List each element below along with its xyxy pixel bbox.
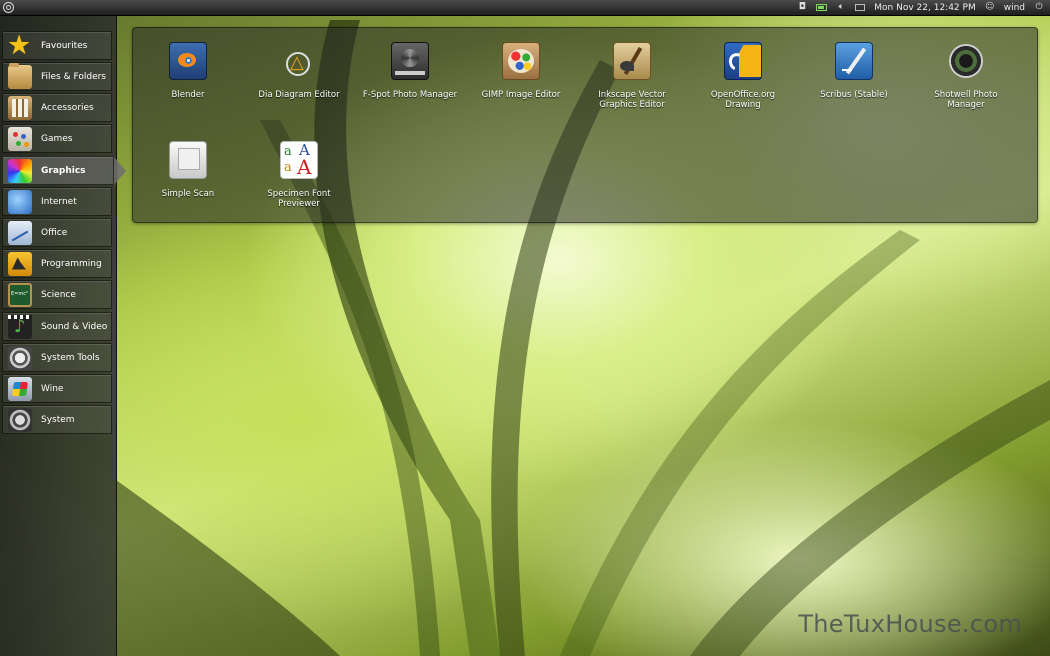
app-tile-inkscape[interactable]: Inkscape Vector Graphics Editor — [577, 28, 687, 118]
indicator-icon[interactable]: ◘ — [797, 3, 807, 12]
gimp-icon — [502, 42, 540, 80]
system-tray: ◘ 🔈︎ Mon Nov 22, 12:42 PM ☺ wind ⏻ — [797, 3, 1050, 13]
tools-icon — [8, 345, 32, 370]
sidebar-item-sound-video[interactable]: Sound & Video — [2, 312, 112, 341]
app-tile-scribus[interactable]: Scribus (Stable) — [799, 28, 909, 118]
sidebar-item-label: Favourites — [41, 40, 88, 51]
mail-icon[interactable] — [855, 4, 866, 11]
category-sidebar: Favourites Files & Folders Accessories G… — [0, 16, 126, 656]
sidebar-item-programming[interactable]: Programming — [2, 249, 112, 278]
user-name[interactable]: wind — [1004, 3, 1025, 13]
volume-icon[interactable]: 🔈︎ — [836, 3, 846, 12]
app-label: OpenOffice.org Drawing — [710, 90, 776, 110]
app-tile-blender[interactable]: Blender — [133, 28, 243, 118]
fspot-icon — [391, 42, 429, 80]
sidebar-item-label: Wine — [41, 383, 64, 394]
app-label: GIMP Image Editor — [481, 90, 561, 100]
folder-icon — [8, 62, 32, 89]
sidebar-item-system-tools[interactable]: System Tools — [2, 343, 112, 372]
scanner-icon — [169, 141, 207, 179]
sidebar-item-games[interactable]: Games — [2, 124, 112, 153]
specimen-glyph: A — [297, 155, 312, 179]
watermark: TheTuxHouse.com — [798, 610, 1022, 638]
sidebar-item-label: Programming — [41, 258, 102, 269]
app-tile-simple-scan[interactable]: Simple Scan — [133, 127, 243, 217]
sidebar-item-label: Games — [41, 133, 73, 144]
font-icon: a A a A — [280, 141, 318, 179]
app-tile-gimp[interactable]: GIMP Image Editor — [466, 28, 576, 118]
app-label: Dia Diagram Editor — [258, 90, 340, 100]
app-tile-dia[interactable]: Dia Diagram Editor — [244, 28, 354, 118]
chart-icon — [8, 220, 32, 245]
construction-icon — [8, 251, 32, 276]
power-icon[interactable]: ⏻ — [1034, 3, 1044, 12]
sidebar-item-office[interactable]: Office — [2, 218, 112, 247]
sidebar-item-graphics[interactable]: Graphics — [2, 156, 126, 185]
app-label: Blender — [171, 90, 205, 100]
specimen-glyph: a — [284, 144, 292, 159]
specimen-glyph: a — [284, 160, 292, 175]
sidebar-item-accessories[interactable]: Accessories — [2, 93, 112, 122]
sidebar-item-label: Office — [41, 227, 68, 238]
user-status-icon: ☺ — [985, 2, 995, 12]
app-tile-specimen[interactable]: a A a A Specimen Font Previewer — [244, 127, 354, 217]
shotwell-icon — [947, 42, 985, 80]
sidebar-item-label: System — [41, 414, 75, 425]
app-label: Specimen Font Previewer — [267, 189, 331, 209]
app-tile-fspot[interactable]: F-Spot Photo Manager — [355, 28, 465, 118]
battery-icon[interactable] — [816, 4, 828, 11]
calculator-icon — [8, 95, 32, 120]
sidebar-item-label: Internet — [41, 196, 77, 207]
system-icon — [8, 407, 32, 432]
sidebar-item-system[interactable]: System — [2, 405, 112, 434]
game-icon — [8, 126, 32, 151]
app-tile-openoffice-drawing[interactable]: OpenOffice.org Drawing — [688, 28, 798, 118]
music-icon — [8, 314, 32, 339]
sidebar-item-internet[interactable]: Internet — [2, 187, 112, 216]
sidebar-item-wine[interactable]: Wine — [2, 374, 112, 403]
app-label: Inkscape Vector Graphics Editor — [598, 90, 666, 110]
scribus-icon — [835, 42, 873, 80]
ubuntu-logo-icon[interactable] — [3, 2, 14, 13]
sidebar-item-label: Accessories — [41, 102, 94, 113]
app-label: Simple Scan — [161, 189, 215, 199]
openoffice-draw-icon — [724, 42, 762, 80]
dia-icon — [280, 42, 318, 80]
app-tile-shotwell[interactable]: Shotwell Photo Manager — [911, 28, 1021, 118]
globe-icon — [8, 189, 32, 214]
sidebar-item-favourites[interactable]: Favourites — [2, 30, 112, 61]
sidebar-item-label: System Tools — [41, 352, 100, 363]
sidebar-item-label: Files & Folders — [41, 71, 106, 82]
chalkboard-icon — [8, 282, 32, 307]
blender-icon — [169, 42, 207, 80]
sidebar-item-label: Science — [41, 289, 76, 300]
sidebar-item-label: Sound & Video — [41, 321, 108, 332]
clock[interactable]: Mon Nov 22, 12:42 PM — [874, 3, 975, 13]
sidebar-item-label: Graphics — [41, 165, 86, 176]
sidebar-item-science[interactable]: Science — [2, 280, 112, 309]
sidebar-item-files-folders[interactable]: Files & Folders — [2, 62, 112, 91]
app-label: Shotwell Photo Manager — [934, 90, 998, 110]
top-panel: ◘ 🔈︎ Mon Nov 22, 12:42 PM ☺ wind ⏻ — [0, 0, 1050, 16]
palette-icon — [8, 158, 32, 183]
wine-icon — [8, 376, 32, 401]
inkscape-icon — [613, 42, 651, 80]
app-label: F-Spot Photo Manager — [362, 90, 458, 100]
app-label: Scribus (Stable) — [820, 90, 888, 100]
star-icon — [7, 30, 32, 61]
app-grid: Blender Dia Diagram Editor F-Spot Photo … — [132, 27, 1038, 223]
